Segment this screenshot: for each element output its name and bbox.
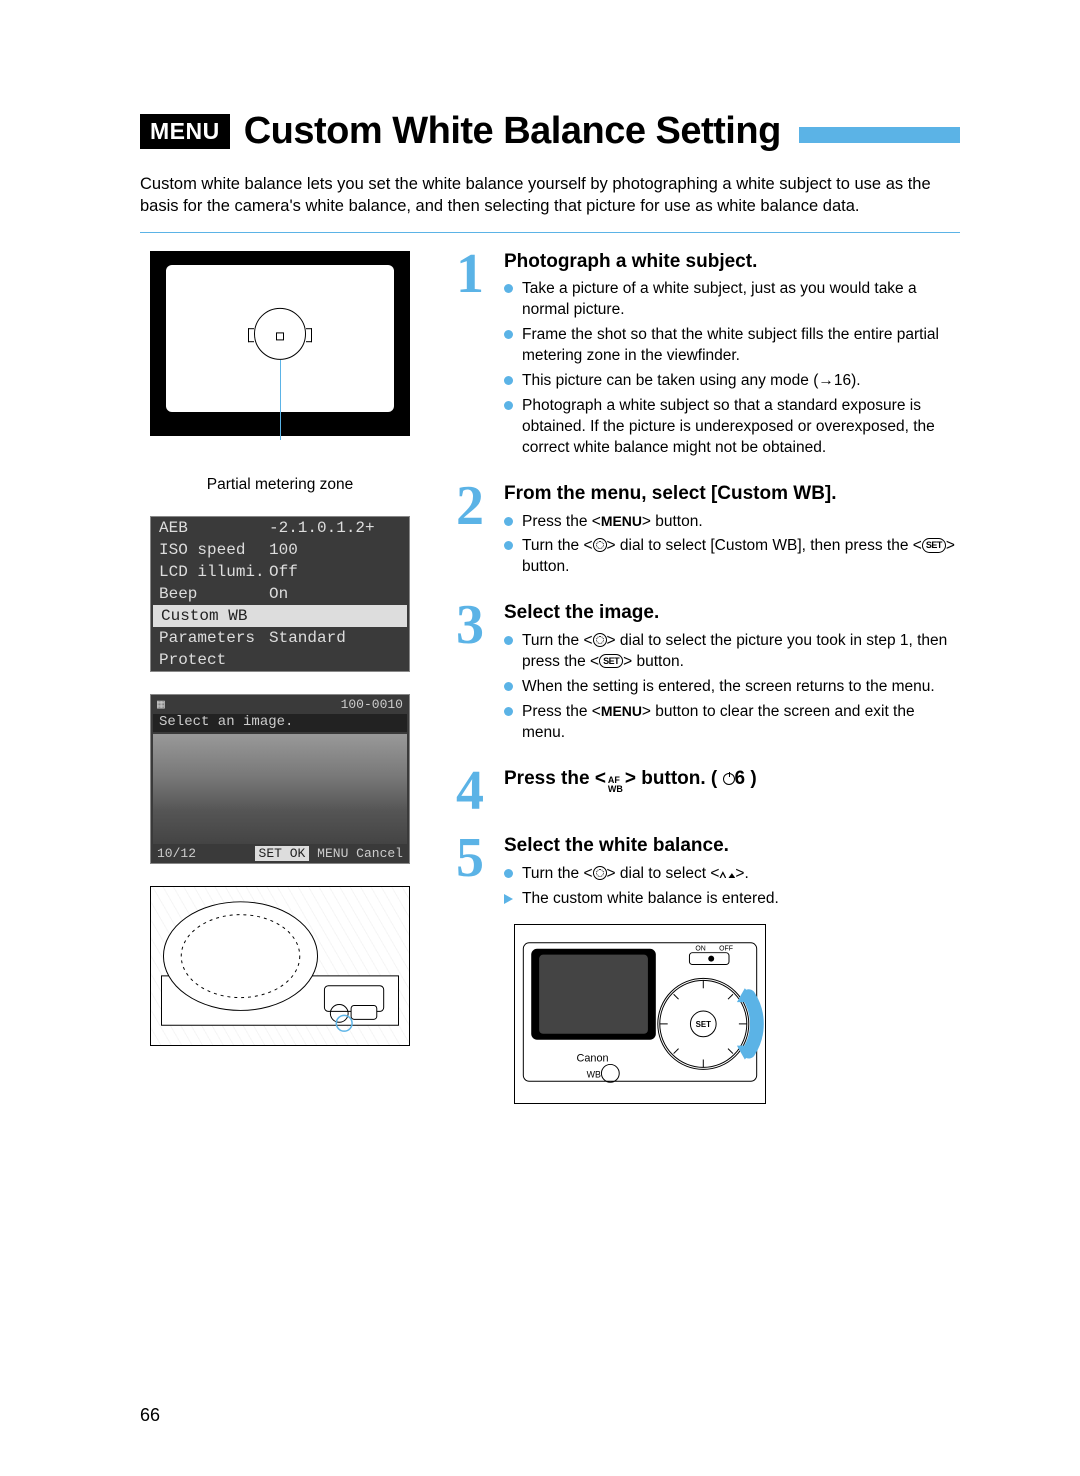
step-5-result: The custom white balance is entered. [504,889,779,910]
svg-text:OFF: OFF [719,946,733,953]
step-2-item: Press the <MENU> button. [504,512,960,533]
section-divider [140,232,960,233]
menu-badge: MENU [140,114,230,149]
camera-top-illustration [150,886,410,1046]
step-5-item: Turn the <> dial to select <>. [504,864,779,885]
page-title: Custom White Balance Setting [244,110,781,153]
svg-text:Canon: Canon [577,1052,609,1064]
dial-icon [593,538,607,552]
step-3-item: Turn the <> dial to select the picture y… [504,631,960,673]
step-3: 3 Select the image. Turn the <> dial to … [456,602,960,747]
dial-icon [593,866,607,880]
step-4: 4 Press the <AFWB> button. ( 6 ) [456,768,960,816]
timer-icon [723,773,735,785]
af-wb-button-icon: AFWB [608,776,623,794]
step-1-item: Photograph a white subject so that a sta… [504,396,960,459]
step-2: 2 From the menu, select [Custom WB]. Pre… [456,483,960,583]
intro-paragraph: Custom white balance lets you set the wh… [140,173,960,218]
menu-button-icon: MENU [601,513,642,529]
step-1-item: This picture can be taken using any mode… [504,371,960,392]
set-button-icon: SET [922,538,946,552]
custom-wb-icon [719,869,735,879]
svg-text:WB: WB [587,1069,601,1079]
menu-button-icon: MENU [601,703,642,719]
step-3-title: Select the image. [504,602,960,625]
svg-text:SET: SET [696,1020,712,1029]
step-2-item: Turn the <> dial to select [Custom WB], … [504,536,960,578]
camera-back-illustration: Canon WB S [514,924,766,1104]
step-1: 1 Photograph a white subject. Take a pic… [456,251,960,463]
step-1-item: Take a picture of a white subject, just … [504,279,960,321]
page-heading: MENU Custom White Balance Setting [140,110,960,153]
lcd-menu-figure: AEB-2.1.0.1.2+ ISO speed100 LCD illumi.O… [150,516,410,672]
set-button-icon: SET [599,654,623,668]
step-2-title: From the menu, select [Custom WB]. [504,483,960,506]
viewfinder-figure: Partial metering zone [140,251,420,494]
step-5-title: Select the white balance. [504,835,779,858]
step-3-item: When the setting is entered, the screen … [504,677,960,698]
page-number: 66 [140,1405,160,1426]
viewfinder-caption: Partial metering zone [140,476,420,494]
step-5: 5 Select the white balance. Turn the <> … [456,835,960,914]
lcd-select-figure: ▦100-0010 Select an image. 10/12 SET OK … [150,694,410,864]
step-1-item: Frame the shot so that the white subject… [504,325,960,367]
step-3-item: Press the <MENU> button to clear the scr… [504,702,960,744]
step-1-title: Photograph a white subject. [504,251,960,274]
dial-icon [593,633,607,647]
title-accent-bar [799,127,960,143]
svg-text:ON: ON [695,946,705,953]
step-4-title: Press the <AFWB> button. ( 6 ) [504,768,757,795]
